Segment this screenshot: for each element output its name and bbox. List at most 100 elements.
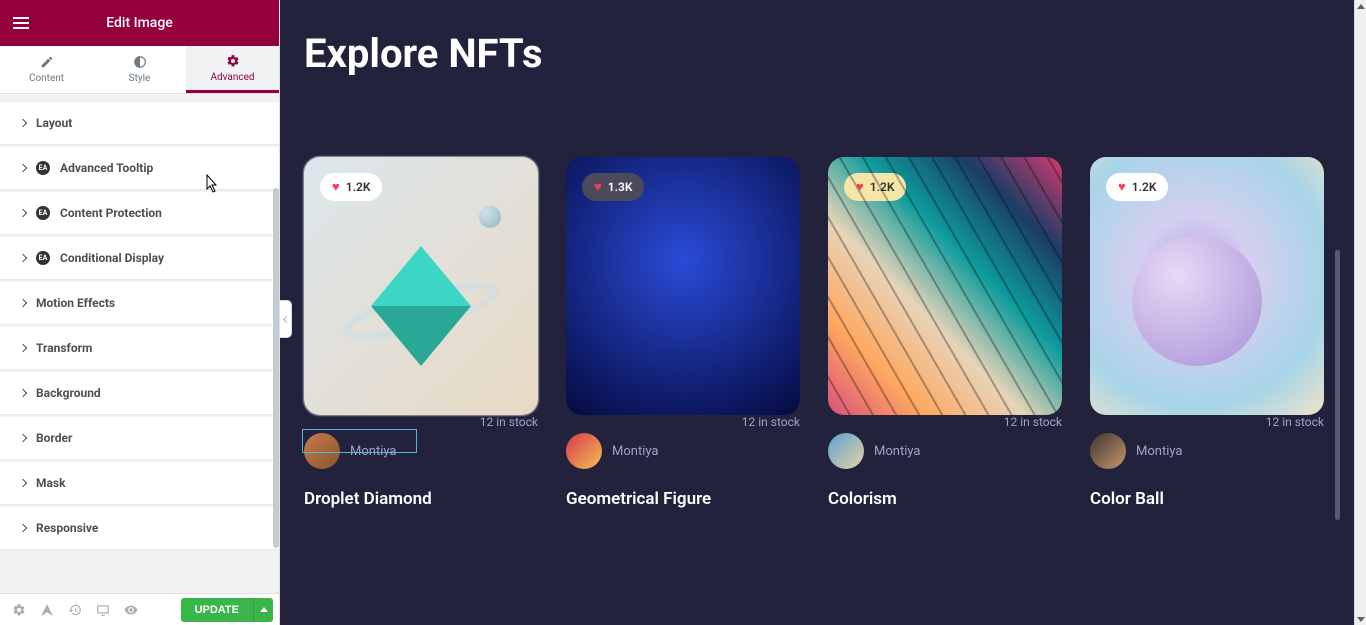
caret-right-icon bbox=[19, 299, 27, 307]
sidebar-footer: UPDATE bbox=[0, 593, 279, 625]
accordion-section[interactable]: Motion Effects bbox=[0, 282, 279, 325]
caret-right-icon bbox=[19, 344, 27, 352]
accordion-label: Advanced Tooltip bbox=[60, 161, 153, 175]
card-meta: Montiya12 in stock bbox=[828, 433, 1062, 469]
accordion-label: Responsive bbox=[36, 521, 98, 535]
card-meta: Montiya12 in stock bbox=[1090, 433, 1324, 469]
card-title-row: Color Ball bbox=[1090, 489, 1324, 509]
accordion-label: Motion Effects bbox=[36, 296, 115, 310]
like-pill[interactable]: ♥1.2K bbox=[844, 173, 906, 201]
stock-label: 12 in stock bbox=[1004, 415, 1062, 429]
like-count: 1.3K bbox=[608, 180, 633, 194]
accordion-section[interactable]: Border bbox=[0, 417, 279, 460]
caret-right-icon bbox=[19, 524, 27, 532]
card-meta: Montiya12 in stock bbox=[304, 433, 538, 469]
nft-image[interactable]: ♥ 1.2K bbox=[304, 157, 538, 415]
nft-title: Color Ball bbox=[1090, 489, 1164, 509]
scroll-down-arrow[interactable] bbox=[1355, 613, 1366, 625]
sidebar-scrollbar[interactable] bbox=[273, 188, 279, 561]
nft-image[interactable]: ♥ 1.2K bbox=[1090, 157, 1324, 415]
window-scrollbar[interactable] bbox=[1354, 0, 1366, 625]
page-title: Explore NFTs bbox=[304, 30, 1330, 77]
tab-style[interactable]: Style bbox=[93, 46, 186, 93]
nft-image[interactable]: ♥ 1.3K bbox=[566, 157, 800, 415]
tab-label: Content bbox=[29, 73, 64, 84]
like-pill[interactable]: ♥ 1.2K bbox=[320, 173, 382, 201]
accordion-label: Layout bbox=[36, 116, 72, 130]
accordion-section[interactable]: EA Content Protection bbox=[0, 192, 279, 235]
like-count: 1.2K bbox=[870, 180, 895, 194]
author-name: Montiya bbox=[1136, 444, 1182, 459]
accordion-section[interactable]: EA Advanced Tooltip bbox=[0, 147, 279, 190]
caret-right-icon bbox=[19, 389, 27, 397]
pencil-icon bbox=[40, 55, 54, 69]
like-count: 1.2K bbox=[1132, 180, 1157, 194]
accordion-section[interactable]: Mask bbox=[0, 462, 279, 505]
accordion-section[interactable]: Layout bbox=[0, 102, 279, 145]
update-button[interactable]: UPDATE bbox=[181, 598, 253, 622]
responsive-icon[interactable] bbox=[90, 597, 116, 623]
accordion-section[interactable]: EAConditional Display bbox=[0, 237, 279, 280]
heart-icon: ♥ bbox=[332, 179, 340, 195]
menu-icon[interactable] bbox=[12, 14, 30, 32]
nft-title: Colorism bbox=[828, 489, 897, 509]
card-meta: Montiya12 in stock bbox=[566, 433, 800, 469]
like-pill[interactable]: ♥ 1.3K bbox=[582, 173, 644, 201]
nft-title: Droplet Diamond bbox=[304, 489, 432, 509]
like-count: 1.2K bbox=[346, 180, 371, 194]
ea-badge-icon: EA bbox=[36, 161, 50, 175]
avatar[interactable] bbox=[566, 433, 602, 469]
avatar[interactable] bbox=[828, 433, 864, 469]
nft-card[interactable]: ♥1.2KMontiya12 in stockColor Ball bbox=[1090, 157, 1324, 509]
sidebar-title: Edit Image bbox=[106, 15, 173, 31]
avatar[interactable] bbox=[304, 433, 340, 469]
widgets-icon[interactable] bbox=[249, 14, 267, 32]
gear-icon bbox=[226, 54, 240, 68]
like-pill[interactable]: ♥ 1.2K bbox=[1106, 173, 1168, 201]
accordion-section[interactable]: Responsive bbox=[0, 507, 279, 550]
accordion-label: Conditional Display bbox=[60, 251, 164, 265]
nft-card[interactable]: ♥1.2KMontiya12 in stockColorism bbox=[828, 157, 1062, 509]
nft-card[interactable]: ♥ 1.3K Montiya12 in stock Geometrical Figur… bbox=[566, 157, 800, 509]
navigator-icon[interactable] bbox=[34, 597, 60, 623]
nft-image[interactable]: ♥1.2K bbox=[828, 157, 1062, 415]
tab-advanced[interactable]: Advanced bbox=[186, 46, 279, 93]
accordion-section[interactable]: Background bbox=[0, 372, 279, 415]
caret-right-icon bbox=[19, 119, 27, 127]
caret-right-icon bbox=[19, 254, 27, 262]
caret-right-icon bbox=[19, 209, 27, 217]
canvas-inner-scrollbar[interactable] bbox=[1335, 250, 1340, 520]
stock-label: 12 in stock bbox=[742, 415, 800, 429]
tab-label: Style bbox=[129, 73, 151, 84]
card-title-row: Colorism bbox=[828, 489, 1062, 509]
nft-title: Geometrical Figure bbox=[566, 489, 711, 509]
preview-canvas: Explore NFTs ♥1.2KMontiya12 in stockDrop… bbox=[280, 0, 1354, 625]
stock-label: 12 in stock bbox=[1266, 415, 1324, 429]
tab-content[interactable]: Content bbox=[0, 46, 93, 93]
history-icon[interactable] bbox=[62, 597, 88, 623]
accordion-label: Content Protection bbox=[60, 206, 162, 220]
sidebar-body: Layout EA Advanced Tooltip EA Content Protec… bbox=[0, 94, 279, 593]
preview-icon[interactable] bbox=[118, 597, 144, 623]
accordion-label: Mask bbox=[36, 476, 66, 490]
sidebar-tabs: Content Style Advanced bbox=[0, 46, 279, 94]
author-name: Montiya bbox=[874, 444, 920, 459]
accordion-section[interactable]: Transform bbox=[0, 327, 279, 370]
collapse-sidebar-handle[interactable] bbox=[280, 300, 292, 338]
author-name: Montiya bbox=[350, 444, 396, 459]
heart-icon: ♥ bbox=[594, 179, 602, 195]
ea-badge-icon: EA bbox=[36, 206, 50, 220]
tab-label: Advanced bbox=[210, 72, 254, 83]
settings-icon[interactable] bbox=[6, 597, 32, 623]
avatar[interactable] bbox=[1090, 433, 1126, 469]
accordion-label: Transform bbox=[36, 341, 92, 355]
scroll-up-arrow[interactable] bbox=[1355, 0, 1366, 12]
caret-right-icon bbox=[19, 434, 27, 442]
update-dropdown[interactable] bbox=[253, 598, 273, 622]
stock-label: 12 in stock bbox=[480, 415, 538, 429]
nft-card[interactable]: ♥1.2KMontiya12 in stockDroplet Diamond bbox=[304, 157, 538, 509]
heart-icon: ♥ bbox=[1118, 179, 1126, 195]
sidebar-header: Edit Image bbox=[0, 0, 279, 46]
card-title-row: Droplet Diamond bbox=[304, 489, 538, 509]
accordion-label: Border bbox=[36, 431, 72, 445]
